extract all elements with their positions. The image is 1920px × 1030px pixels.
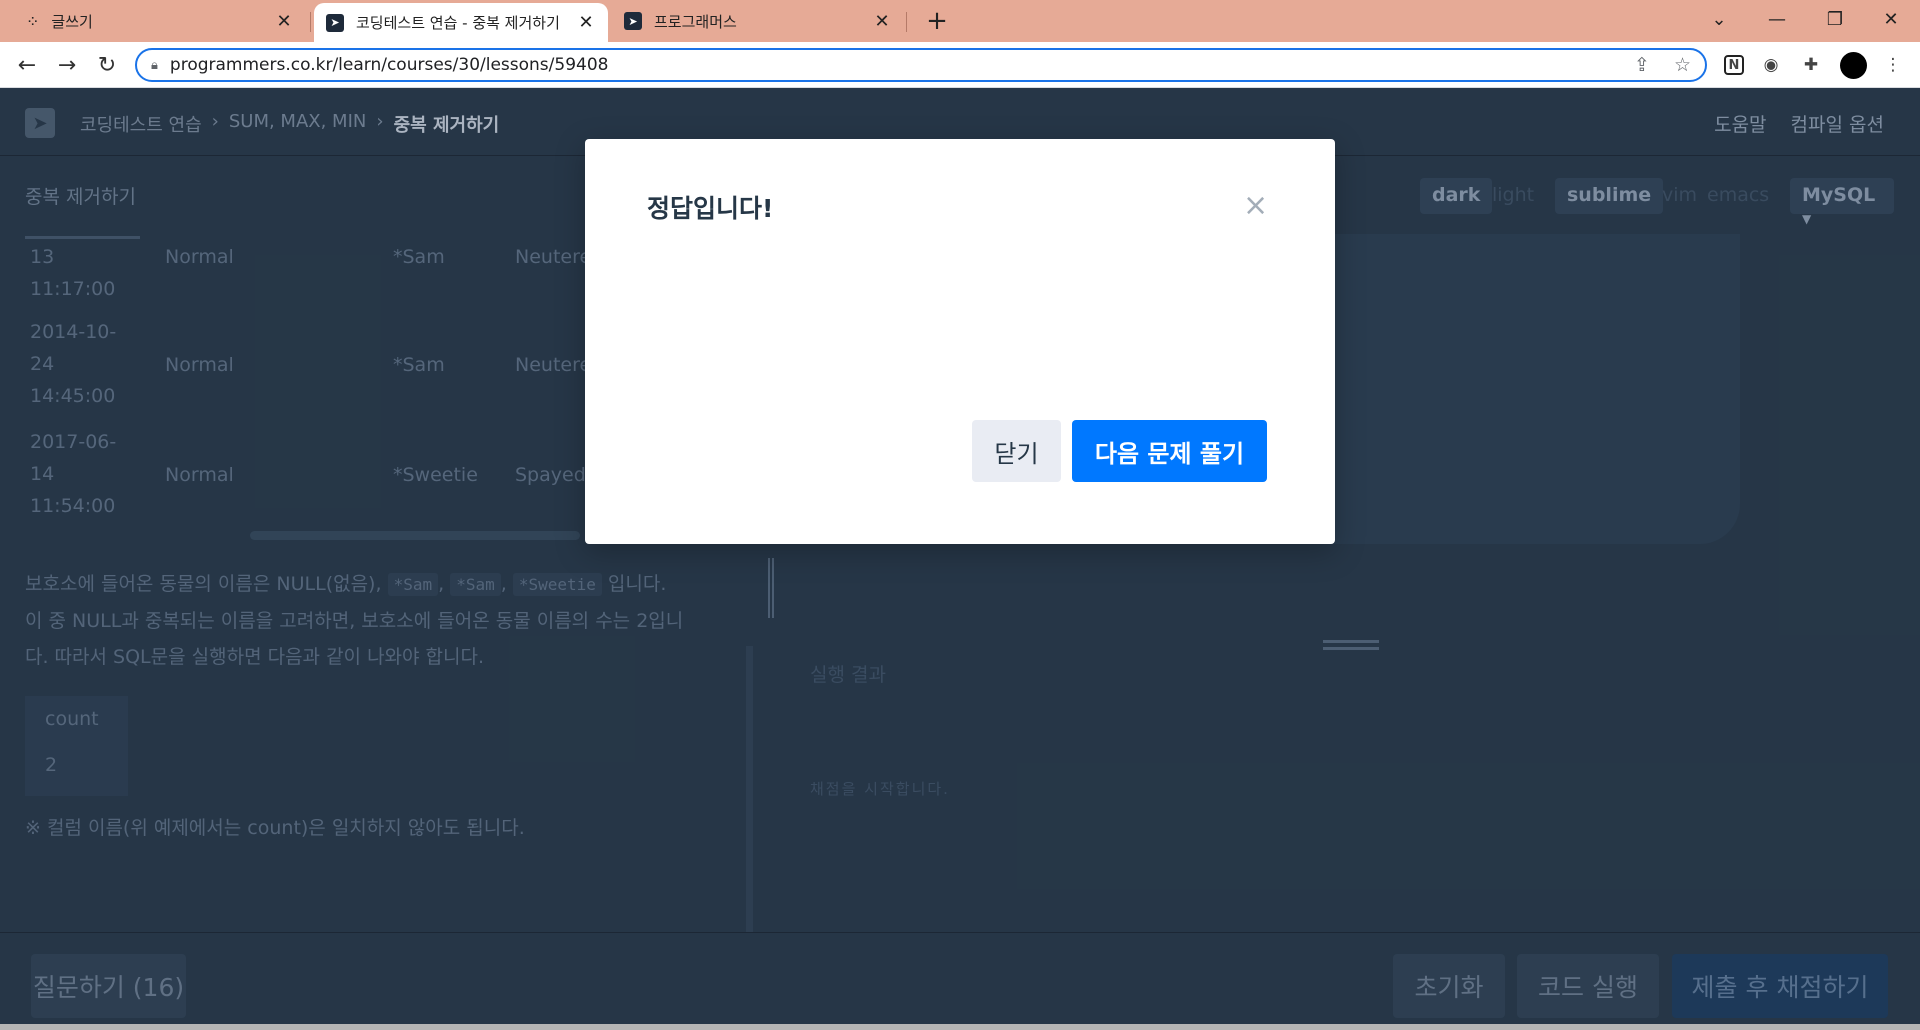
close-icon[interactable]: × bbox=[1243, 191, 1268, 221]
notion-extension-icon[interactable]: N bbox=[1724, 55, 1744, 75]
notion-dots-icon: ⁘ bbox=[26, 11, 40, 31]
lock-icon: 🔒︎ bbox=[151, 57, 158, 73]
correct-answer-modal: 정답입니다! × 닫기 다음 문제 풀기 bbox=[585, 139, 1335, 544]
tab-writing[interactable]: ⁘ 글쓰기 ✕ bbox=[14, 0, 306, 42]
address-bar[interactable]: 🔒︎ programmers.co.kr/learn/courses/30/le… bbox=[135, 48, 1707, 82]
bookmark-star-icon[interactable]: ☆ bbox=[1674, 54, 1691, 76]
tab-close-icon[interactable]: ✕ bbox=[576, 12, 596, 33]
reload-button[interactable]: ↻ bbox=[90, 48, 124, 82]
browser-toolbar: ← → ↻ 🔒︎ programmers.co.kr/learn/courses… bbox=[0, 42, 1920, 88]
tab-separator bbox=[906, 12, 907, 32]
camera-extension-icon[interactable]: ◉ bbox=[1758, 52, 1784, 78]
restore-button[interactable]: ❐ bbox=[1806, 0, 1864, 38]
tab-programmers[interactable]: ➤ 프로그래머스 ✕ bbox=[612, 0, 904, 42]
close-window-button[interactable]: ✕ bbox=[1862, 0, 1920, 38]
share-icon[interactable]: ⇪ bbox=[1634, 54, 1650, 76]
programmers-icon: ➤ bbox=[326, 13, 344, 32]
window-bottom-edge bbox=[0, 1024, 1920, 1030]
modal-title: 정답입니다! bbox=[647, 194, 774, 223]
tab-coding-test[interactable]: ➤ 코딩테스트 연습 - 중복 제거하기 ✕ bbox=[314, 3, 608, 42]
new-tab-button[interactable]: + bbox=[922, 6, 952, 36]
tab-separator bbox=[310, 12, 311, 32]
url-text: programmers.co.kr/learn/courses/30/lesso… bbox=[169, 55, 609, 75]
menu-kebab-icon[interactable]: ⋮ bbox=[1880, 52, 1906, 78]
tab-close-icon[interactable]: ✕ bbox=[872, 11, 892, 32]
minimize-button[interactable]: — bbox=[1748, 0, 1806, 38]
tab-title: 코딩테스트 연습 - 중복 제거하기 bbox=[356, 14, 560, 32]
close-button[interactable]: 닫기 bbox=[972, 420, 1061, 482]
tab-close-icon[interactable]: ✕ bbox=[274, 11, 294, 32]
profile-avatar[interactable] bbox=[1840, 52, 1867, 79]
back-button[interactable]: ← bbox=[10, 48, 44, 82]
tab-title: 글쓰기 bbox=[51, 12, 93, 31]
next-problem-button[interactable]: 다음 문제 풀기 bbox=[1072, 420, 1267, 482]
tab-title: 프로그래머스 bbox=[654, 12, 737, 31]
tab-search-icon[interactable]: ⌄ bbox=[1690, 0, 1748, 38]
programmers-icon: ➤ bbox=[624, 12, 642, 30]
browser-tabstrip: ⁘ 글쓰기 ✕ ➤ 코딩테스트 연습 - 중복 제거하기 ✕ ➤ 프로그래머스 … bbox=[0, 0, 1920, 42]
forward-button[interactable]: → bbox=[50, 48, 84, 82]
extensions-puzzle-icon[interactable]: ✚ bbox=[1798, 52, 1824, 78]
